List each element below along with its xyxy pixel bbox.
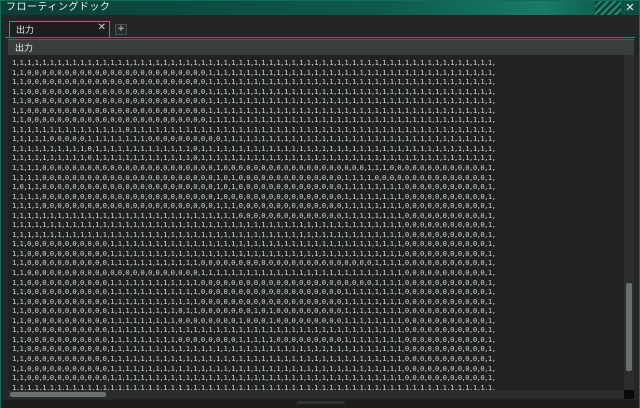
bottom-handle[interactable]	[297, 401, 345, 404]
window-title: フローティングドック	[6, 2, 111, 13]
add-tab-button[interactable]: +	[115, 24, 127, 35]
tab-bar: 出力 ✕ +	[5, 19, 635, 38]
output-panel-title: 出力	[15, 44, 34, 54]
bottom-strip	[1, 400, 639, 408]
horizontal-scrollbar[interactable]	[8, 390, 624, 399]
output-panel-header: 出力	[8, 39, 634, 55]
tab-output-label: 出力	[16, 26, 35, 36]
resize-grip[interactable]	[624, 390, 634, 399]
output-text-area[interactable]: 1,1,1,1,1,1,1,1,1,1,1,1,1,1,1,1,1,1,1,1,…	[8, 55, 624, 390]
close-window-button[interactable]: ✕	[624, 1, 636, 15]
vertical-scrollbar[interactable]	[624, 55, 634, 390]
tab-output[interactable]: 出力 ✕	[9, 21, 110, 37]
horizontal-scrollbar-thumb[interactable]	[10, 392, 106, 397]
floating-dock-window: フローティングドック ✕ 出力 ✕ + 出力 1,1,1,1,1,1,1,1,1…	[0, 0, 640, 408]
title-stripes-decoration	[595, 1, 621, 15]
output-text: 1,1,1,1,1,1,1,1,1,1,1,1,1,1,1,1,1,1,1,1,…	[12, 58, 496, 390]
title-bar[interactable]: フローティングドック ✕	[1, 1, 639, 15]
tab-close-icon[interactable]: ✕	[98, 22, 106, 33]
vertical-scrollbar-thumb[interactable]	[626, 283, 632, 371]
